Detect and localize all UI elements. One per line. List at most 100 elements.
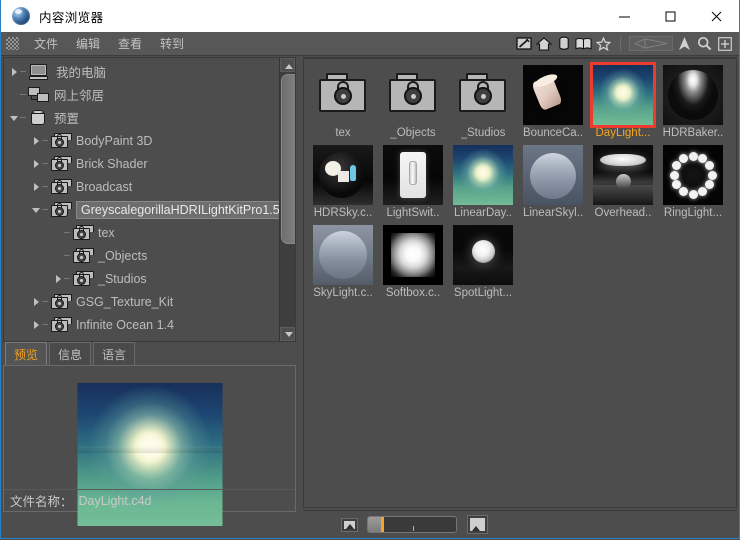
- locked-folder-icon: [453, 65, 513, 125]
- locked-folder-icon: [50, 156, 70, 172]
- small-thumbnail-icon[interactable]: [341, 518, 358, 532]
- preset-bucket-icon[interactable]: [555, 35, 572, 52]
- tree-item-[interactable]: 网上邻居: [4, 83, 279, 106]
- edit-pencil-icon[interactable]: [515, 35, 532, 52]
- navigate-arrow-icon[interactable]: [676, 35, 693, 52]
- tree-item-label: Brick Shader: [76, 157, 148, 171]
- maximize-button[interactable]: [647, 0, 693, 32]
- grid-item[interactable]: LinearSkyl..: [520, 145, 586, 219]
- grid-item[interactable]: Softbox.c..: [380, 225, 446, 299]
- tab-language[interactable]: 语言: [93, 342, 135, 366]
- toolbar: [515, 35, 739, 52]
- left-column: 我的电脑网上邻居预置BodyPaint 3D Brick Shader Broadc…: [1, 57, 298, 538]
- content-browser-window: 内容浏览器 文件 编辑 查看 转到: [0, 0, 740, 539]
- grid-item[interactable]: DayLight...: [590, 65, 656, 139]
- grid-item-label: LinearDay..: [454, 207, 512, 219]
- folder-tree[interactable]: 我的电脑网上邻居预置BodyPaint 3D Brick Shader Broadc…: [4, 58, 279, 341]
- thumbnail-size-slider[interactable]: [367, 516, 457, 533]
- locked-folder-icon: [383, 65, 443, 125]
- ring-light-dot: [698, 187, 707, 196]
- grid-item[interactable]: SpotLight...: [450, 225, 516, 299]
- filename-status: 文件名称： DayLight.c4d: [4, 489, 295, 511]
- scroll-up-arrow-icon[interactable]: [280, 58, 295, 72]
- add-icon[interactable]: [716, 35, 733, 52]
- grid-item[interactable]: SkyLight.c..: [310, 225, 376, 299]
- grid-item[interactable]: HDRSky.c..: [310, 145, 376, 219]
- grid-item-label: RingLight...: [664, 207, 722, 219]
- menu-item-view[interactable]: 查看: [109, 33, 151, 54]
- slider-handle[interactable]: [381, 517, 384, 532]
- menu-item-goto[interactable]: 转到: [151, 33, 193, 54]
- preview-tabs: 预览 信息 语言: [3, 344, 296, 366]
- close-button[interactable]: [693, 0, 739, 32]
- chevron-right-icon[interactable]: [32, 136, 41, 145]
- book-icon[interactable]: [575, 35, 592, 52]
- tree-item-broadcast[interactable]: Broadcast: [4, 175, 279, 198]
- home-icon[interactable]: [535, 35, 552, 52]
- grid-item[interactable]: LinearDay..: [450, 145, 516, 219]
- grid-item-label: Overhead..: [595, 207, 652, 219]
- menu-item-file[interactable]: 文件: [25, 33, 67, 54]
- tree-item-label: GreyscalegorillaHDRILightKitPro1.5: [76, 201, 285, 219]
- large-thumbnail-icon[interactable]: [467, 515, 488, 534]
- light-switch-thumbnail: [383, 145, 443, 205]
- scrollbar-thumb[interactable]: [281, 74, 296, 244]
- tree-item-label: Broadcast: [76, 180, 132, 194]
- grid-item[interactable]: _Studios: [450, 65, 516, 139]
- path-display[interactable]: [629, 36, 673, 51]
- filename-label: 文件名称：: [10, 491, 73, 510]
- grid-item[interactable]: Overhead..: [590, 145, 656, 219]
- content-grid[interactable]: tex_Objects _Studios BounceCa.. DayLight...…: [304, 59, 736, 305]
- tree-item-[interactable]: 预置: [4, 106, 279, 129]
- chevron-right-icon[interactable]: [32, 297, 41, 306]
- chevron-right-icon[interactable]: [32, 320, 41, 329]
- locked-folder-icon: [50, 133, 70, 149]
- tree-item-bodypaint-3d[interactable]: BodyPaint 3D: [4, 129, 279, 152]
- hdr-sky-thumbnail: [313, 145, 373, 205]
- tree-item-tex[interactable]: tex: [4, 221, 279, 244]
- chevron-right-icon[interactable]: [54, 274, 63, 283]
- grid-item-label: BounceCa..: [523, 127, 583, 139]
- tree-scrollbar[interactable]: [279, 58, 295, 341]
- chevron-right-icon[interactable]: [32, 182, 41, 191]
- locked-folder-open-icon: [50, 202, 70, 218]
- tree-connector: [42, 209, 48, 210]
- chevron-right-icon[interactable]: [10, 67, 19, 76]
- linear-skylight-thumbnail: [523, 145, 583, 205]
- chevron-right-icon[interactable]: [32, 159, 41, 168]
- grid-item-label: LinearSkyl..: [523, 207, 583, 219]
- grid-item-label: Softbox.c..: [386, 287, 440, 299]
- tree-item-objects[interactable]: _Objects: [4, 244, 279, 267]
- locked-folder-icon: [313, 65, 373, 125]
- tree-item-infinite-ocean-1-4[interactable]: Infinite Ocean 1.4: [4, 313, 279, 336]
- grid-item[interactable]: BounceCa..: [520, 65, 586, 139]
- search-icon[interactable]: [696, 35, 713, 52]
- tree-item-[interactable]: 我的电脑: [4, 60, 279, 83]
- tree-item-greyscalegorillahdrilightkitpro1-5[interactable]: GreyscalegorillaHDRILightKitPro1.5: [4, 198, 279, 221]
- window-title: 内容浏览器: [39, 7, 104, 26]
- grid-item[interactable]: LightSwit..: [380, 145, 446, 219]
- menu-item-edit[interactable]: 编辑: [67, 33, 109, 54]
- tab-preview[interactable]: 预览: [5, 342, 47, 366]
- tree-connector: [64, 278, 70, 279]
- tree-item-studios[interactable]: _Studios: [4, 267, 279, 290]
- grid-item[interactable]: tex: [310, 65, 376, 139]
- grid-item[interactable]: HDRBaker..: [660, 65, 726, 139]
- grid-item-label: _Studios: [461, 127, 506, 139]
- drag-grip-icon[interactable]: [6, 37, 19, 50]
- tree-item-brick-shader[interactable]: Brick Shader: [4, 152, 279, 175]
- favorite-star-icon[interactable]: [595, 35, 612, 52]
- tree-item-gsg-texture-kit[interactable]: GSG_Texture_Kit: [4, 290, 279, 313]
- minimize-button[interactable]: [601, 0, 647, 32]
- tree-connector: [42, 186, 48, 187]
- ring-light-dot: [689, 190, 698, 199]
- chevron-down-icon[interactable]: [32, 205, 41, 214]
- scroll-down-arrow-icon[interactable]: [280, 327, 295, 341]
- slider-tick: [413, 526, 414, 531]
- grid-item[interactable]: _Objects: [380, 65, 446, 139]
- title-bar: 内容浏览器: [0, 0, 740, 32]
- tab-info[interactable]: 信息: [49, 342, 91, 366]
- chevron-down-icon[interactable]: [10, 113, 19, 122]
- ring-light-dot: [705, 161, 714, 170]
- grid-item[interactable]: RingLight...: [660, 145, 726, 219]
